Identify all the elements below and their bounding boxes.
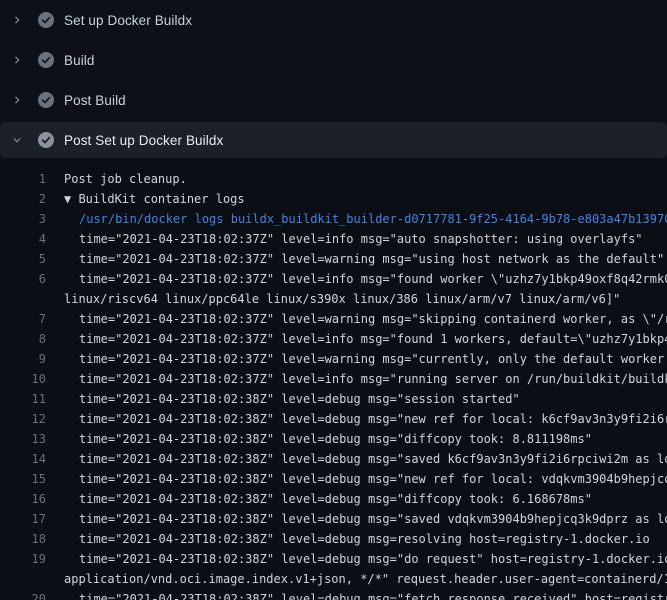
log-line-text: time="2021-04-23T18:02:38Z" level=debug …	[79, 389, 520, 409]
log-line-text: time="2021-04-23T18:02:38Z" level=debug …	[79, 529, 650, 549]
log-line: 17 time="2021-04-23T18:02:38Z" level=deb…	[0, 509, 667, 529]
log-line-number[interactable]: 14	[0, 449, 46, 469]
log-line-number[interactable]: 10	[0, 369, 46, 389]
log-line: 3 /usr/bin/docker logs buildx_buildkit_b…	[0, 209, 667, 229]
log-line: linux/riscv64 linux/ppc64le linux/s390x …	[0, 289, 667, 309]
log-line-number[interactable]: 13	[0, 429, 46, 449]
log-line: 6 time="2021-04-23T18:02:37Z" level=info…	[0, 269, 667, 289]
step-label: Set up Docker Buildx	[64, 13, 192, 28]
log-line-text: time="2021-04-23T18:02:38Z" level=debug …	[79, 549, 667, 569]
chevron-right-icon	[12, 92, 22, 108]
log-line-text: time="2021-04-23T18:02:37Z" level=warnin…	[79, 309, 667, 329]
log-line-text: /usr/bin/docker logs buildx_buildkit_bui…	[79, 209, 667, 229]
log-line: 8 time="2021-04-23T18:02:37Z" level=info…	[0, 329, 667, 349]
chevron-down-icon	[12, 132, 22, 148]
log-line-number[interactable]	[0, 289, 46, 309]
log-line-number[interactable]: 20	[0, 589, 46, 600]
log-line: 20 time="2021-04-23T18:02:38Z" level=deb…	[0, 589, 667, 600]
log-line-text: application/vnd.oci.image.index.v1+json,…	[64, 569, 667, 589]
log-output: 1 Post job cleanup. 2 ▼ BuildKit contain…	[0, 158, 667, 600]
log-line-number[interactable]: 7	[0, 309, 46, 329]
log-line: 19 time="2021-04-23T18:02:38Z" level=deb…	[0, 549, 667, 569]
log-line-text: linux/riscv64 linux/ppc64le linux/s390x …	[64, 289, 620, 309]
log-line-text: time="2021-04-23T18:02:37Z" level=info m…	[79, 329, 667, 349]
log-line: 15 time="2021-04-23T18:02:38Z" level=deb…	[0, 469, 667, 489]
log-line-number[interactable]: 2	[0, 189, 46, 209]
log-line-number[interactable]: 3	[0, 209, 46, 229]
log-line: 5 time="2021-04-23T18:02:37Z" level=warn…	[0, 249, 667, 269]
log-line-number[interactable]: 6	[0, 269, 46, 289]
log-line: 4 time="2021-04-23T18:02:37Z" level=info…	[0, 229, 667, 249]
log-line: 2 ▼ BuildKit container logs	[0, 189, 667, 209]
steps-list: Set up Docker Buildx Build Post Buil	[0, 0, 667, 158]
chevron-right-icon	[12, 12, 22, 28]
log-line-number[interactable]: 19	[0, 549, 46, 569]
log-line: 11 time="2021-04-23T18:02:38Z" level=deb…	[0, 389, 667, 409]
log-line-text: time="2021-04-23T18:02:37Z" level=warnin…	[79, 249, 664, 269]
log-line-number[interactable]: 16	[0, 489, 46, 509]
log-line-number[interactable]: 15	[0, 469, 46, 489]
chevron-right-icon	[12, 52, 22, 68]
step-header-post-build[interactable]: Post Build	[0, 80, 667, 120]
log-line-text: time="2021-04-23T18:02:37Z" level=info m…	[79, 369, 667, 389]
log-line-text: time="2021-04-23T18:02:37Z" level=info m…	[79, 269, 667, 289]
log-line-number[interactable]: 4	[0, 229, 46, 249]
log-line-number[interactable]: 8	[0, 329, 46, 349]
log-line: 9 time="2021-04-23T18:02:37Z" level=warn…	[0, 349, 667, 369]
log-line: 14 time="2021-04-23T18:02:38Z" level=deb…	[0, 449, 667, 469]
log-line: application/vnd.oci.image.index.v1+json,…	[0, 569, 667, 589]
step-label: Build	[64, 53, 95, 68]
log-line-number[interactable]: 18	[0, 529, 46, 549]
log-line-number[interactable]: 9	[0, 349, 46, 369]
log-line: 13 time="2021-04-23T18:02:38Z" level=deb…	[0, 429, 667, 449]
log-line: 1 Post job cleanup.	[0, 169, 667, 189]
log-line-text: time="2021-04-23T18:02:38Z" level=debug …	[79, 449, 667, 469]
check-circle-icon	[38, 92, 54, 108]
log-line: 7 time="2021-04-23T18:02:37Z" level=warn…	[0, 309, 667, 329]
log-line-text: time="2021-04-23T18:02:38Z" level=debug …	[79, 509, 667, 529]
log-line: 12 time="2021-04-23T18:02:38Z" level=deb…	[0, 409, 667, 429]
log-line-number[interactable]: 5	[0, 249, 46, 269]
log-line-number[interactable]: 1	[0, 169, 46, 189]
log-line: 16 time="2021-04-23T18:02:38Z" level=deb…	[0, 489, 667, 509]
log-group-toggle[interactable]: ▼ BuildKit container logs	[64, 189, 245, 209]
log-line-number[interactable]: 11	[0, 389, 46, 409]
log-line-text: time="2021-04-23T18:02:37Z" level=warnin…	[79, 349, 667, 369]
check-circle-icon	[38, 132, 54, 148]
check-circle-icon	[38, 52, 54, 68]
step-header-set-up-docker-buildx[interactable]: Set up Docker Buildx	[0, 0, 667, 40]
log-line-text: time="2021-04-23T18:02:37Z" level=info m…	[79, 229, 643, 249]
log-line-text: time="2021-04-23T18:02:38Z" level=debug …	[79, 489, 592, 509]
log-line: 10 time="2021-04-23T18:02:37Z" level=inf…	[0, 369, 667, 389]
step-header-post-set-up-docker-buildx[interactable]: Post Set up Docker Buildx	[0, 122, 667, 158]
log-line-number[interactable]: 17	[0, 509, 46, 529]
check-circle-icon	[38, 12, 54, 28]
log-line: 18 time="2021-04-23T18:02:38Z" level=deb…	[0, 529, 667, 549]
log-line-text: time="2021-04-23T18:02:38Z" level=debug …	[79, 589, 667, 600]
actions-log-viewer: Set up Docker Buildx Build Post Buil	[0, 0, 667, 600]
step-label: Post Set up Docker Buildx	[64, 133, 223, 148]
log-line-text: Post job cleanup.	[64, 169, 187, 189]
log-line-number[interactable]: 12	[0, 409, 46, 429]
log-line-text: time="2021-04-23T18:02:38Z" level=debug …	[79, 469, 667, 489]
step-label: Post Build	[64, 93, 126, 108]
step-header-build[interactable]: Build	[0, 40, 667, 80]
log-line-text: time="2021-04-23T18:02:38Z" level=debug …	[79, 409, 667, 429]
log-line-text: time="2021-04-23T18:02:38Z" level=debug …	[79, 429, 592, 449]
log-line-number[interactable]	[0, 569, 46, 589]
